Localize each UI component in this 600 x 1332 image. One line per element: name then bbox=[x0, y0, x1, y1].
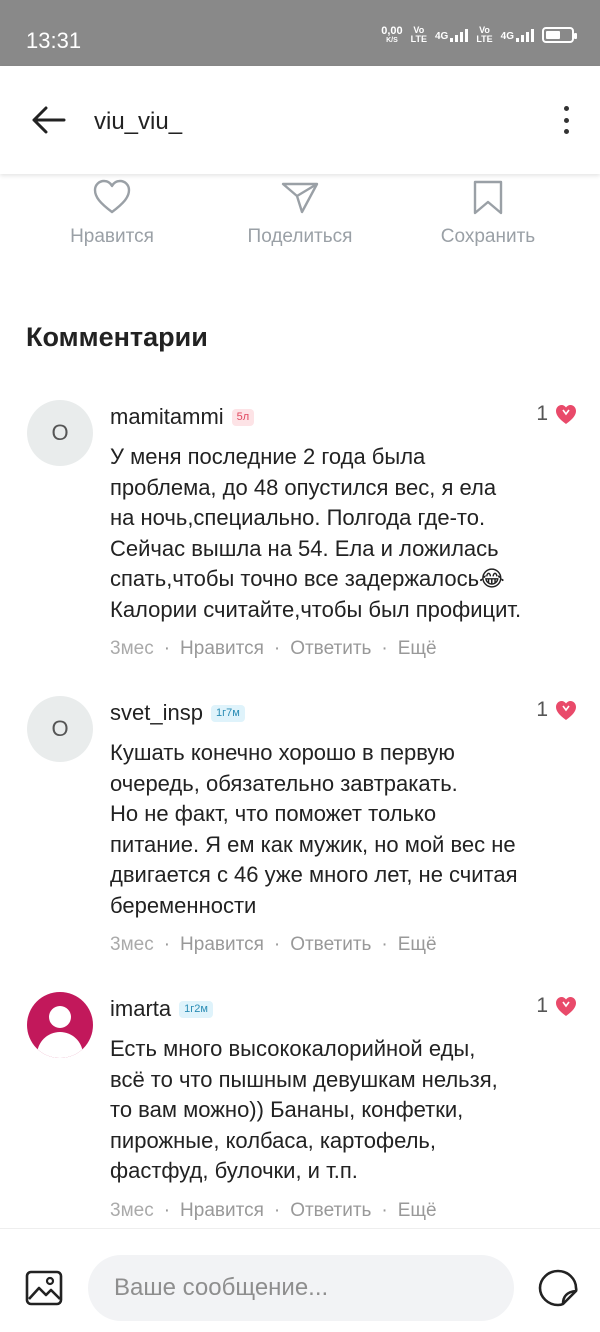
tulip-heart-icon bbox=[556, 997, 576, 1016]
comment-like-button[interactable]: Нравится bbox=[180, 1200, 264, 1222]
heart-icon bbox=[93, 179, 131, 214]
page-title: viu_viu_ bbox=[94, 108, 183, 135]
sticker-icon bbox=[538, 1269, 578, 1307]
user-age-badge: 5л bbox=[231, 408, 255, 426]
tulip-heart-icon bbox=[556, 701, 576, 720]
comment-meta: 3мес · Нравится · Ответить · Ещё bbox=[110, 638, 437, 660]
image-icon bbox=[25, 1270, 63, 1306]
post-actions: Нравится Поделиться Сохранить bbox=[0, 176, 600, 272]
comment-time: 3мес bbox=[110, 934, 154, 955]
send-icon bbox=[281, 182, 319, 214]
volte-indicator-2: Vo LTE bbox=[476, 25, 493, 44]
signal-icon: 4G bbox=[501, 28, 534, 42]
volte-indicator-1: Vo LTE bbox=[410, 25, 427, 44]
comment-more-button[interactable]: Ещё bbox=[398, 1200, 437, 1222]
battery-icon bbox=[542, 27, 577, 43]
comment-like-button[interactable]: Нравится bbox=[180, 934, 264, 956]
user-age-badge: 1г2м bbox=[179, 1000, 213, 1018]
user-silhouette-icon bbox=[49, 1006, 71, 1028]
comment-meta: 3мес · Нравится · Ответить · Ещё bbox=[110, 1200, 437, 1222]
avatar[interactable]: O bbox=[27, 400, 93, 466]
comment-reply-button[interactable]: Ответить bbox=[290, 638, 371, 660]
attach-image-button[interactable] bbox=[24, 1269, 64, 1307]
share-post-label: Поделиться bbox=[247, 226, 353, 247]
avatar[interactable]: O bbox=[27, 696, 93, 762]
comment-reply-button[interactable]: Ответить bbox=[290, 1200, 371, 1222]
back-button[interactable] bbox=[28, 100, 68, 140]
status-time: 13:31 bbox=[26, 28, 82, 53]
message-composer bbox=[0, 1228, 600, 1332]
avatar[interactable] bbox=[27, 992, 93, 1058]
comment-author[interactable]: imarta bbox=[110, 996, 171, 1022]
more-vertical-icon bbox=[563, 106, 569, 111]
comment-time: 3мес bbox=[110, 1200, 154, 1221]
bookmark-icon bbox=[473, 180, 503, 215]
comment-more-button[interactable]: Ещё bbox=[398, 934, 437, 956]
comment-author[interactable]: svet_insp bbox=[110, 700, 203, 726]
top-app-bar: viu_viu_ bbox=[0, 66, 600, 174]
like-post-label: Нравится bbox=[70, 226, 154, 247]
share-post-button[interactable]: Поделиться bbox=[210, 176, 390, 248]
comment-more-button[interactable]: Ещё bbox=[398, 638, 437, 660]
comments-heading: Комментарии bbox=[26, 322, 208, 352]
message-input[interactable] bbox=[88, 1255, 514, 1321]
user-age-badge: 1г7м bbox=[210, 704, 245, 722]
comment-like-counter[interactable]: 1 bbox=[536, 994, 578, 1018]
comment-like-counter[interactable]: 1 bbox=[536, 402, 578, 426]
comment-time: 3мес bbox=[110, 638, 154, 659]
network-speed: 0,00 K/S bbox=[381, 25, 403, 45]
comment-text: У меня последние 2 года была проблема, д… bbox=[110, 444, 522, 622]
comment-text: Кушать конечно хорошо в первую очередь, … bbox=[110, 740, 518, 918]
comment-text: Есть много высококалорийной еды, всё то … bbox=[110, 1036, 498, 1183]
save-post-button[interactable]: Сохранить bbox=[398, 176, 578, 248]
like-post-button[interactable]: Нравится bbox=[22, 176, 202, 248]
comment-reply-button[interactable]: Ответить bbox=[290, 934, 371, 956]
more-options-button[interactable] bbox=[558, 102, 574, 138]
tulip-heart-icon bbox=[556, 405, 576, 424]
save-post-label: Сохранить bbox=[440, 226, 536, 247]
sticker-button[interactable] bbox=[536, 1267, 580, 1309]
signal-icon: 4G bbox=[435, 28, 469, 42]
status-bar: 13:31 0,00 K/S Vo LTE 4G Vo LTE 4G bbox=[0, 0, 600, 66]
comment-like-button[interactable]: Нравится bbox=[180, 638, 264, 660]
comment-like-counter[interactable]: 1 bbox=[536, 698, 578, 722]
comment-meta: 3мес · Нравится · Ответить · Ещё bbox=[110, 934, 437, 956]
comment-author[interactable]: mamitammi bbox=[110, 404, 224, 430]
arrow-left-icon bbox=[32, 106, 66, 134]
